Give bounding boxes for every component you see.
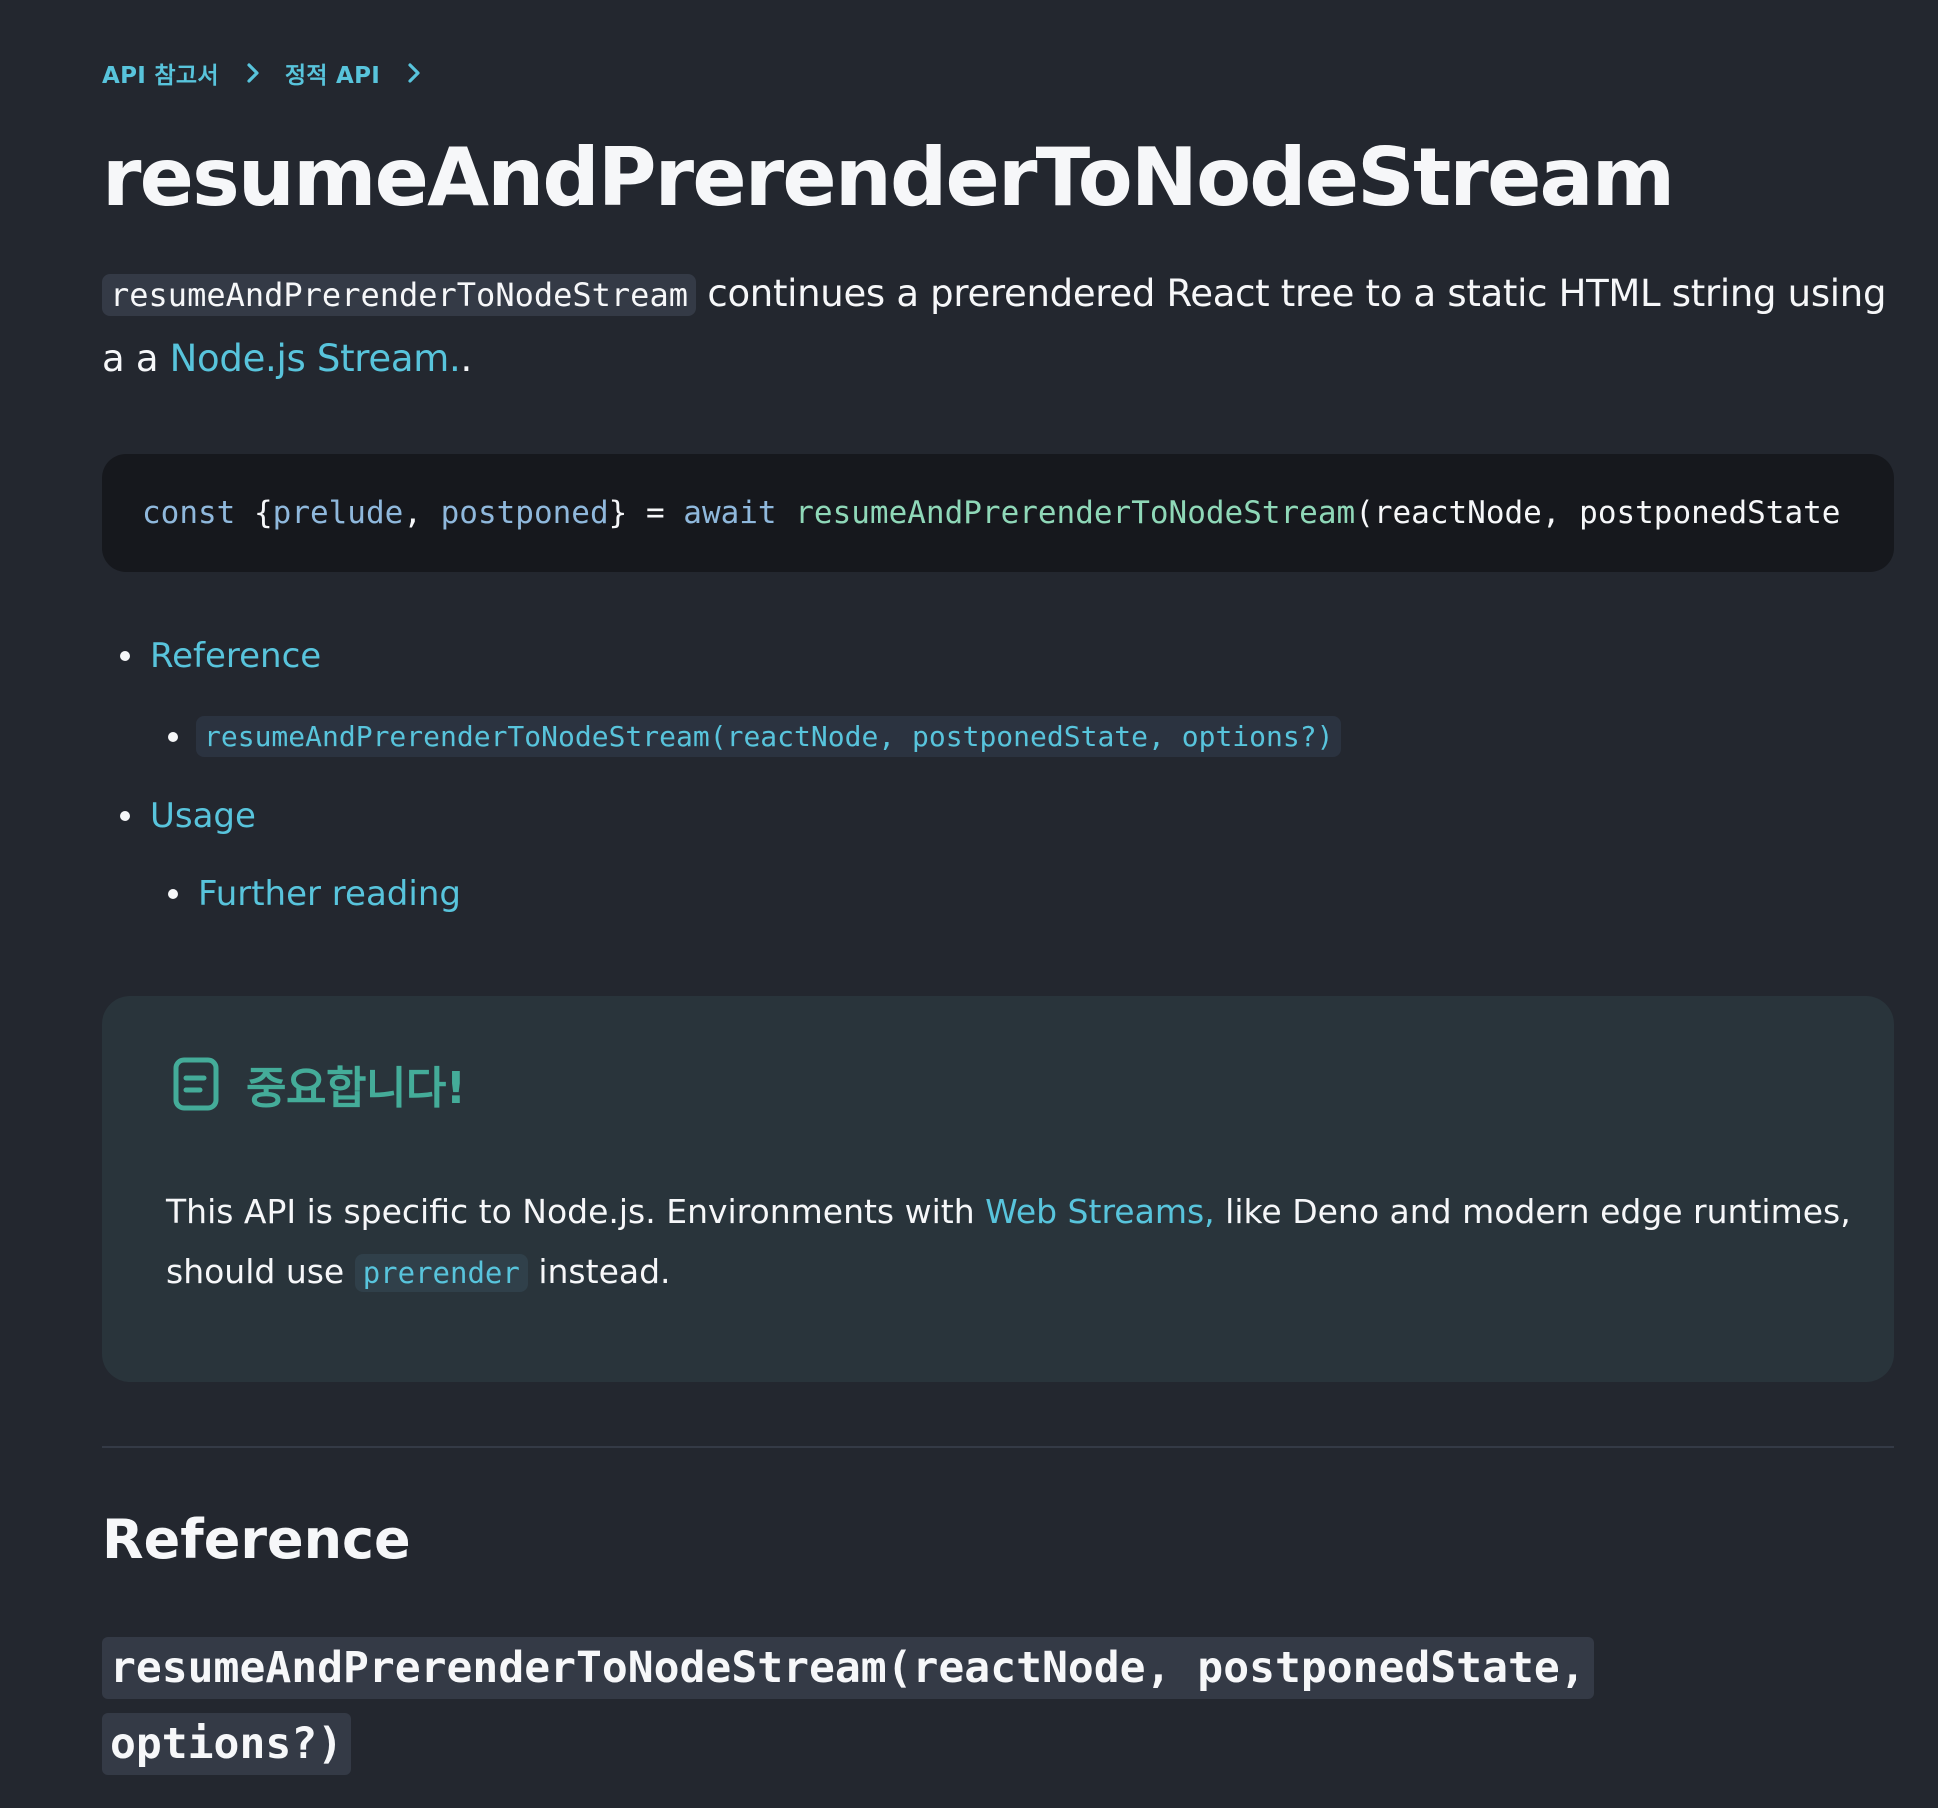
note-callout: 중요합니다! This API is specific to Node.js. … (102, 996, 1894, 1382)
toc-link-usage[interactable]: Usage (150, 796, 256, 836)
toc-item-reference-signature: resumeAndPrerenderToNodeStream(reactNode… (168, 716, 1342, 757)
reference-signature: resumeAndPrerenderToNodeStream(reactNode… (102, 1630, 1894, 1782)
code-token-keyword: const (142, 495, 254, 531)
code-token-keyword: await (683, 495, 796, 531)
prerender-link[interactable]: prerender (354, 1254, 528, 1292)
breadcrumb: API 참고서 정적 API (102, 56, 446, 90)
signature-line-2: options?) (102, 1713, 351, 1775)
toc-link-reference-signature[interactable]: resumeAndPrerenderToNodeStream(reactNode… (196, 716, 1342, 757)
toc-item-usage: Usage (120, 796, 256, 836)
code-token-args: (reactNode, postponedState (1355, 495, 1841, 531)
chevron-right-icon (239, 59, 267, 87)
toc-link-further-reading[interactable]: Further reading (198, 874, 461, 914)
note-header: 중요합니다! (172, 1052, 466, 1116)
breadcrumb-item-static-api[interactable]: 정적 API (285, 56, 380, 90)
bullet (168, 889, 178, 899)
code-token-variable: postponed (440, 495, 609, 531)
toc-link-reference[interactable]: Reference (150, 636, 321, 676)
page-title: resumeAndPrerenderToNodeStream (102, 131, 1675, 224)
bullet (168, 731, 178, 742)
note-title: 중요합니다! (246, 1063, 466, 1114)
toc-item-further-reading: Further reading (168, 874, 461, 914)
chevron-right-icon (400, 59, 428, 87)
intro-text-end: . (460, 337, 472, 380)
code-token-variable: prelude (272, 495, 404, 531)
nodejs-stream-link[interactable]: Node.js Stream. (170, 337, 461, 380)
intro-paragraph: resumeAndPrerenderToNodeStream continues… (102, 262, 1894, 391)
code-token-function: resumeAndPrerenderToNodeStream (795, 495, 1356, 531)
note-text: This API is specific to Node.js. Environ… (166, 1192, 986, 1231)
note-icon (173, 1057, 219, 1111)
breadcrumb-item-api-reference[interactable]: API 참고서 (102, 56, 219, 90)
web-streams-link[interactable]: Web Streams, (985, 1192, 1215, 1231)
bullet (120, 651, 130, 661)
intro-inline-code: resumeAndPrerenderToNodeStream (102, 274, 696, 316)
toc-item-reference: Reference (120, 636, 321, 676)
note-body: This API is specific to Node.js. Environ… (166, 1182, 1856, 1303)
code-token-punct: } = (608, 495, 684, 531)
code-block[interactable]: const {prelude, postponed} = await resum… (102, 454, 1894, 572)
signature-line-1: resumeAndPrerenderToNodeStream(reactNode… (102, 1637, 1594, 1699)
bullet (120, 811, 130, 821)
code-token-punct: { (253, 495, 273, 531)
reference-heading: Reference (102, 1508, 411, 1571)
divider (102, 1446, 1894, 1448)
code-token-punct: , (403, 495, 441, 531)
note-text: instead. (527, 1252, 671, 1291)
code-line: const {prelude, postponed} = await resum… (142, 491, 1840, 535)
